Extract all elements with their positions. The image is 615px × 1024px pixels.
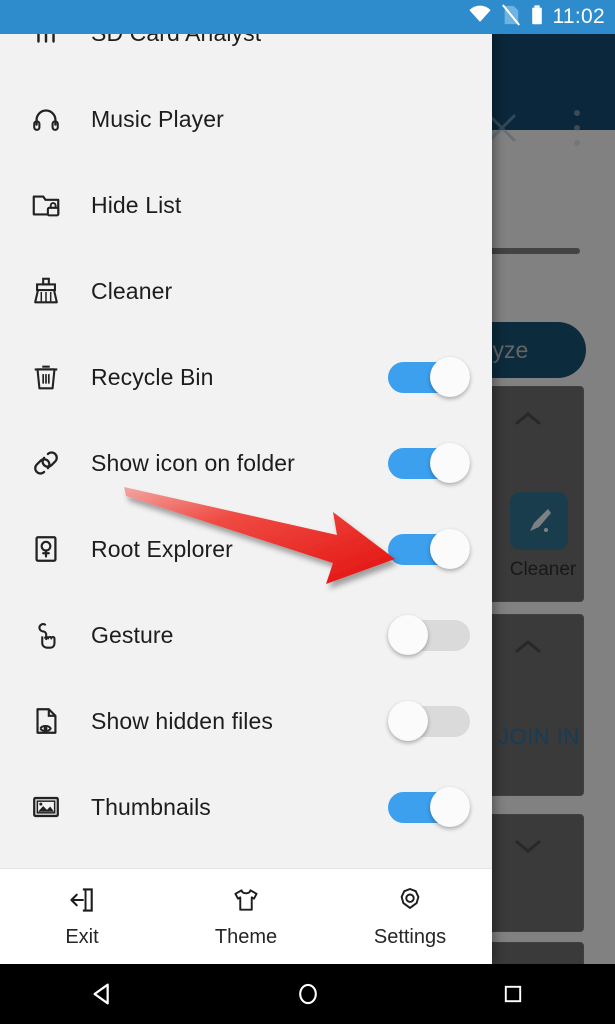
settings-label: Settings — [373, 925, 447, 948]
exit-label: Exit — [65, 925, 99, 948]
broom-icon — [24, 269, 68, 313]
theme-button[interactable]: Theme — [164, 885, 328, 949]
drawer-item-label: Root Explorer — [91, 535, 233, 562]
drawer-item-show-hidden-files[interactable]: Show hidden files — [0, 678, 492, 764]
drawer-item-label: Show hidden files — [91, 707, 273, 734]
drawer-item-gesture[interactable]: Gesture — [0, 592, 492, 678]
toggle-gesture[interactable] — [388, 615, 470, 655]
home-icon[interactable] — [248, 964, 368, 1024]
sim-card-off-icon — [501, 3, 521, 31]
drawer-item-label: Show icon on folder — [91, 449, 295, 476]
drawer-item-thumbnails[interactable]: Thumbnails — [0, 764, 492, 850]
theme-label: Theme — [214, 925, 278, 948]
toggle-thumbnails[interactable] — [388, 787, 470, 827]
toggle-root-explorer[interactable] — [388, 529, 470, 569]
background-cleaner-label: Cleaner — [509, 559, 577, 580]
navigation-drawer: SD Card Analyst Music Player — [0, 34, 492, 964]
drawer-item-label: Recycle Bin — [91, 363, 214, 390]
tshirt-icon — [231, 885, 261, 920]
trash-icon — [24, 355, 68, 399]
drawer-item-label: Music Player — [91, 105, 224, 132]
back-icon[interactable] — [43, 964, 163, 1024]
chevron-down-icon[interactable] — [515, 839, 541, 854]
background-cleaner-tile[interactable] — [510, 492, 568, 550]
drawer-item-show-icon-on-folder[interactable]: Show icon on folder — [0, 420, 492, 506]
gear-icon — [395, 885, 425, 920]
status-bar: 11:02 — [0, 0, 615, 34]
drawer-item-label: SD Card Analyst — [91, 34, 470, 47]
join-in-link[interactable]: JOIN IN — [498, 724, 580, 750]
drawer-item-recycle-bin[interactable]: Recycle Bin — [0, 334, 492, 420]
phone-screen: B/12.92 GB nalyze Cleaner in — [0, 0, 615, 1024]
exit-icon — [67, 885, 97, 920]
drawer-item-label: Cleaner — [91, 277, 173, 304]
toggle-recycle-bin[interactable] — [388, 357, 470, 397]
gesture-tap-icon — [24, 613, 68, 657]
chevron-up-icon[interactable] — [515, 639, 541, 654]
file-eye-icon — [24, 699, 68, 743]
chevron-up-icon[interactable] — [515, 411, 541, 426]
drawer-item-label: Gesture — [91, 621, 174, 648]
exit-button[interactable]: Exit — [0, 885, 164, 949]
drawer-bottom-bar: Exit Theme Settings — [0, 868, 492, 964]
toggle-show-icon-on-folder[interactable] — [388, 443, 470, 483]
drawer-item-cleaner[interactable]: Cleaner — [0, 248, 492, 334]
clock-text: 11:02 — [552, 5, 605, 28]
folder-lock-icon — [24, 183, 68, 227]
drawer-item-music-player[interactable]: Music Player — [0, 76, 492, 162]
drawer-item-sd-card-analyst[interactable]: SD Card Analyst — [0, 34, 492, 76]
link-chain-icon — [24, 441, 68, 485]
drawer-item-hide-list[interactable]: Hide List — [0, 162, 492, 248]
wifi-icon — [468, 5, 492, 29]
recents-icon[interactable] — [453, 964, 573, 1024]
settings-button[interactable]: Settings — [328, 885, 492, 949]
image-icon — [24, 785, 68, 829]
drawer-item-label: Thumbnails — [91, 793, 211, 820]
drawer-item-label: Hide List — [91, 191, 182, 218]
toggle-show-hidden-files[interactable] — [388, 701, 470, 741]
root-explorer-icon — [24, 527, 68, 571]
android-nav-bar — [0, 964, 615, 1024]
battery-icon — [530, 4, 544, 31]
overflow-menu-icon[interactable] — [566, 110, 588, 146]
drawer-item-list[interactable]: SD Card Analyst Music Player — [0, 34, 492, 868]
drawer-item-root-explorer[interactable]: Root Explorer — [0, 506, 492, 592]
headphones-icon — [24, 97, 68, 141]
sd-card-analyst-icon — [24, 34, 68, 55]
